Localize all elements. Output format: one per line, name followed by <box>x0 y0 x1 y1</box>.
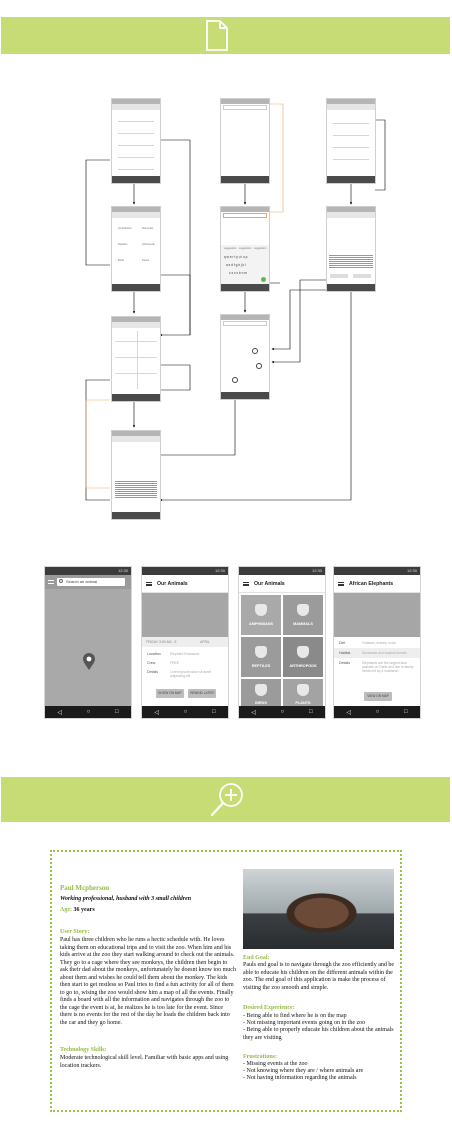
category-arthropods[interactable]: ARTHROPODS <box>283 637 323 677</box>
desired-item: - Being able to properly educate his chi… <box>243 1027 394 1041</box>
home-button[interactable]: ○ <box>376 709 380 715</box>
status-time: 12:30 <box>334 567 420 575</box>
search-input[interactable]: Search an animal <box>66 579 97 585</box>
android-nav-bar: ◁ ○ □ <box>334 706 420 718</box>
home-button[interactable]: ○ <box>281 709 285 715</box>
recents-button[interactable]: □ <box>404 709 408 715</box>
home-button[interactable]: ○ <box>87 709 91 715</box>
user-story-text: Paul has three children who he runs a he… <box>60 937 236 1026</box>
grid-label: Arthropods <box>142 243 155 246</box>
row-value: Lorem ipsum dolor sit amet adipiscing el… <box>170 670 211 678</box>
wireframe-events-list <box>326 98 376 184</box>
map-pin-icon[interactable] <box>82 653 96 671</box>
wireframe-map-start <box>220 98 270 184</box>
grid-label: Amphibians <box>118 227 132 230</box>
grid-label: Mammals <box>142 227 154 230</box>
recents-button[interactable]: □ <box>115 709 119 715</box>
animal-image <box>334 593 420 637</box>
row-value: Grasses, leaves, roots <box>362 641 396 645</box>
keyboard-row: z x c v b n m <box>229 271 247 275</box>
back-button[interactable]: ◁ <box>251 709 256 716</box>
persona-card: Paul Mcpherson Working professional, hus… <box>50 850 402 1112</box>
wireframe-event-detail <box>326 206 376 292</box>
keyboard-row: a s d f g h j k l <box>226 263 246 267</box>
end-goal-text: Pauls end goal is to navigate through th… <box>243 962 395 991</box>
row-label: Diet <box>339 641 346 645</box>
row-label: Location <box>147 652 161 656</box>
back-button[interactable]: ◁ <box>57 709 62 716</box>
category-plants[interactable]: PLANTS <box>283 679 323 708</box>
category-amphibians[interactable]: AMPHIBIANS <box>241 595 281 635</box>
row-value: FREE <box>170 661 180 665</box>
back-button[interactable]: ◁ <box>154 709 159 716</box>
event-tag: APRIL <box>200 640 210 644</box>
app-bar-title: Our Animals <box>142 575 228 593</box>
menu-icon[interactable] <box>338 582 344 586</box>
wireframe-subcategory <box>111 316 161 402</box>
show-on-map-button[interactable]: SHOW ON MAP <box>156 689 184 698</box>
persona-subtitle: Working professional, husband with 3 sma… <box>60 896 192 902</box>
menu-icon[interactable] <box>146 582 152 586</box>
row-value: Savannas and tropical forests <box>362 651 407 655</box>
menu-icon[interactable] <box>48 580 54 584</box>
persona-name: Paul Mcpherson <box>60 884 110 892</box>
row-label: Details <box>147 670 158 674</box>
document-icon <box>206 20 228 51</box>
case-study-page: Amphibians Mammals Reptiles Arthropods B… <box>0 0 452 1145</box>
persona-photo <box>243 869 394 949</box>
magnifier-plus-icon <box>210 783 243 817</box>
category-birds[interactable]: BIRDS <box>241 679 281 708</box>
back-button[interactable]: ◁ <box>346 709 351 716</box>
tech-title: Technology Skills: <box>60 1047 107 1053</box>
status-time: 12:30 <box>142 567 228 575</box>
mockup-category-grid: 12:30 Our Animals AMPHIBIANS MAMMALS REP… <box>238 566 326 719</box>
keyboard-suggestion: suggestion <box>224 247 237 250</box>
status-time: 12:30 <box>239 567 325 575</box>
category-reptiles[interactable]: REPTILES <box>241 637 281 677</box>
mockup-event-detail: 12:30 Our Animals FRIDAY 3:00 AM - 5 APR… <box>141 566 229 719</box>
event-image <box>142 593 228 637</box>
row-label: Crew <box>147 661 156 665</box>
wireframe-map-results <box>220 314 270 400</box>
tech-text: Moderate technological skill level. Fami… <box>60 1055 229 1069</box>
mockup-animal-detail: 12:30 African Elephants Diet Grasses, le… <box>333 566 421 719</box>
keyboard-suggestion: suggestion <box>239 247 252 250</box>
app-bar-title: African Elephants <box>334 575 420 593</box>
grid-label: Plants <box>142 259 150 262</box>
status-time: 12:30 <box>45 567 131 575</box>
keyboard-suggestion: suggestion <box>254 247 267 250</box>
search-bar[interactable]: Search an animal <box>57 578 125 586</box>
row-value: Elephants are the largest land animals o… <box>362 661 414 673</box>
wireframe-category-grid: Amphibians Mammals Reptiles Arthropods B… <box>111 206 161 292</box>
android-nav-bar: ◁ ○ □ <box>45 706 131 718</box>
desired-title: Desired Experience: <box>243 1005 295 1011</box>
android-nav-bar: ◁ ○ □ <box>142 706 228 718</box>
app-bar-title: Our Animals <box>239 575 325 593</box>
recents-button[interactable]: □ <box>309 709 313 715</box>
android-nav-bar: ◁ ○ □ <box>239 706 325 718</box>
menu-icon[interactable] <box>243 582 249 586</box>
event-time: FRIDAY 3:00 AM - 5 <box>146 640 177 644</box>
home-button[interactable]: ○ <box>184 709 188 715</box>
wireframe-search-keyboard: suggestion suggestion suggestion q w e r… <box>220 206 270 292</box>
category-mammals[interactable]: MAMMALS <box>283 595 323 635</box>
wireframe-menu <box>111 98 161 184</box>
recents-button[interactable]: □ <box>212 709 216 715</box>
row-label: Details <box>339 661 350 665</box>
row-label: Habitat <box>339 651 351 655</box>
section-header-wireframes <box>1 17 450 54</box>
row-value: Elephant Enclosure <box>170 652 200 656</box>
view-on-map-button[interactable]: VIEW ON MAP <box>364 692 392 701</box>
grid-label: Reptiles <box>118 243 128 246</box>
grid-label: Birds <box>118 259 124 262</box>
mockup-map-search: 12:30 Search an animal ◁ ○ □ <box>44 566 132 719</box>
frustration-item: - Not having information regarding the a… <box>243 1075 357 1081</box>
keyboard-row: q w e r t y u i o p <box>224 255 248 259</box>
wireframe-animal-detail <box>111 430 161 520</box>
search-icon <box>59 579 63 583</box>
section-header-persona <box>1 777 450 822</box>
user-story-title: User Story: <box>60 929 90 935</box>
remind-later-button[interactable]: REMIND LATER <box>188 689 216 698</box>
persona-age: Age: 36 years <box>60 907 95 913</box>
